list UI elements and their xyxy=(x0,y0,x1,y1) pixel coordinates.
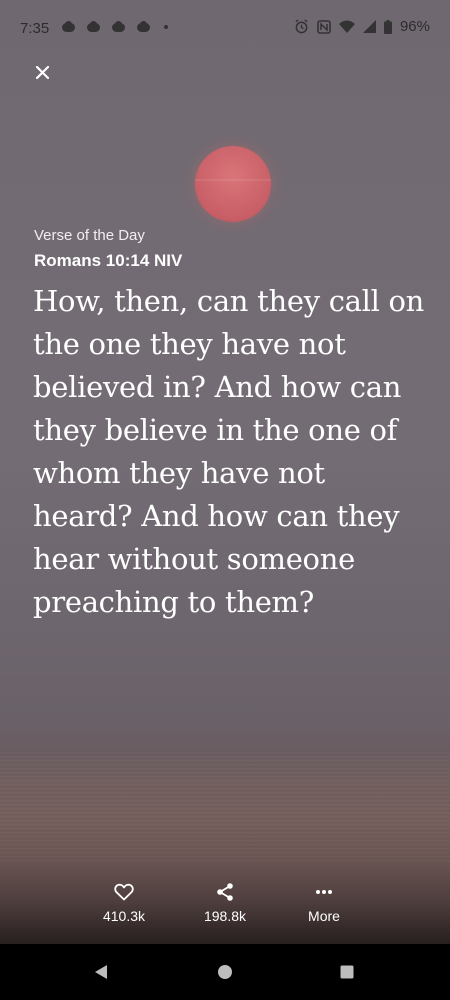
cloud-notification-icon xyxy=(110,21,127,32)
close-button[interactable] xyxy=(30,60,54,84)
cloud-notification-icon xyxy=(60,21,77,32)
recents-square-icon xyxy=(340,965,354,979)
battery-icon xyxy=(383,19,392,34)
home-button[interactable] xyxy=(213,960,237,984)
more-notifications-dot-icon xyxy=(164,24,168,29)
verse-reference: Romans 10:14 NIV xyxy=(34,251,183,270)
more-dots-icon xyxy=(316,890,332,894)
heart-icon xyxy=(114,883,134,901)
close-icon xyxy=(35,65,49,79)
cloud-notification-icon xyxy=(135,21,152,32)
signal-icon xyxy=(362,20,376,33)
like-count: 410.3k xyxy=(102,908,146,924)
status-bar: 7:35 96% xyxy=(0,0,450,58)
share-count: 198.8k xyxy=(203,908,247,924)
status-right-icons: 96% xyxy=(294,18,430,35)
verse-of-the-day-label: Verse of the Day xyxy=(34,227,145,244)
more-label: More xyxy=(308,908,340,924)
sea-texture xyxy=(0,752,450,862)
share-button[interactable]: 198.8k xyxy=(180,880,270,924)
recents-button[interactable] xyxy=(335,960,359,984)
verse-text: How, then, can they call on the one they… xyxy=(33,284,425,619)
home-circle-icon xyxy=(218,965,232,979)
nfc-icon xyxy=(317,19,331,34)
action-bar: 410.3k 198.8k More xyxy=(0,880,450,940)
sun-image xyxy=(195,146,271,222)
cloud-notification-icon xyxy=(85,21,102,32)
wifi-icon xyxy=(338,20,355,34)
battery-percent: 96% xyxy=(399,18,430,35)
more-button[interactable]: More xyxy=(279,880,369,924)
notification-icons xyxy=(60,21,168,32)
alarm-icon xyxy=(294,19,309,34)
status-time: 7:35 xyxy=(20,20,50,37)
share-icon xyxy=(217,883,233,901)
like-button[interactable]: 410.3k xyxy=(79,880,169,924)
back-button[interactable] xyxy=(89,960,113,984)
back-triangle-icon xyxy=(95,965,107,979)
navigation-bar xyxy=(0,944,450,1000)
